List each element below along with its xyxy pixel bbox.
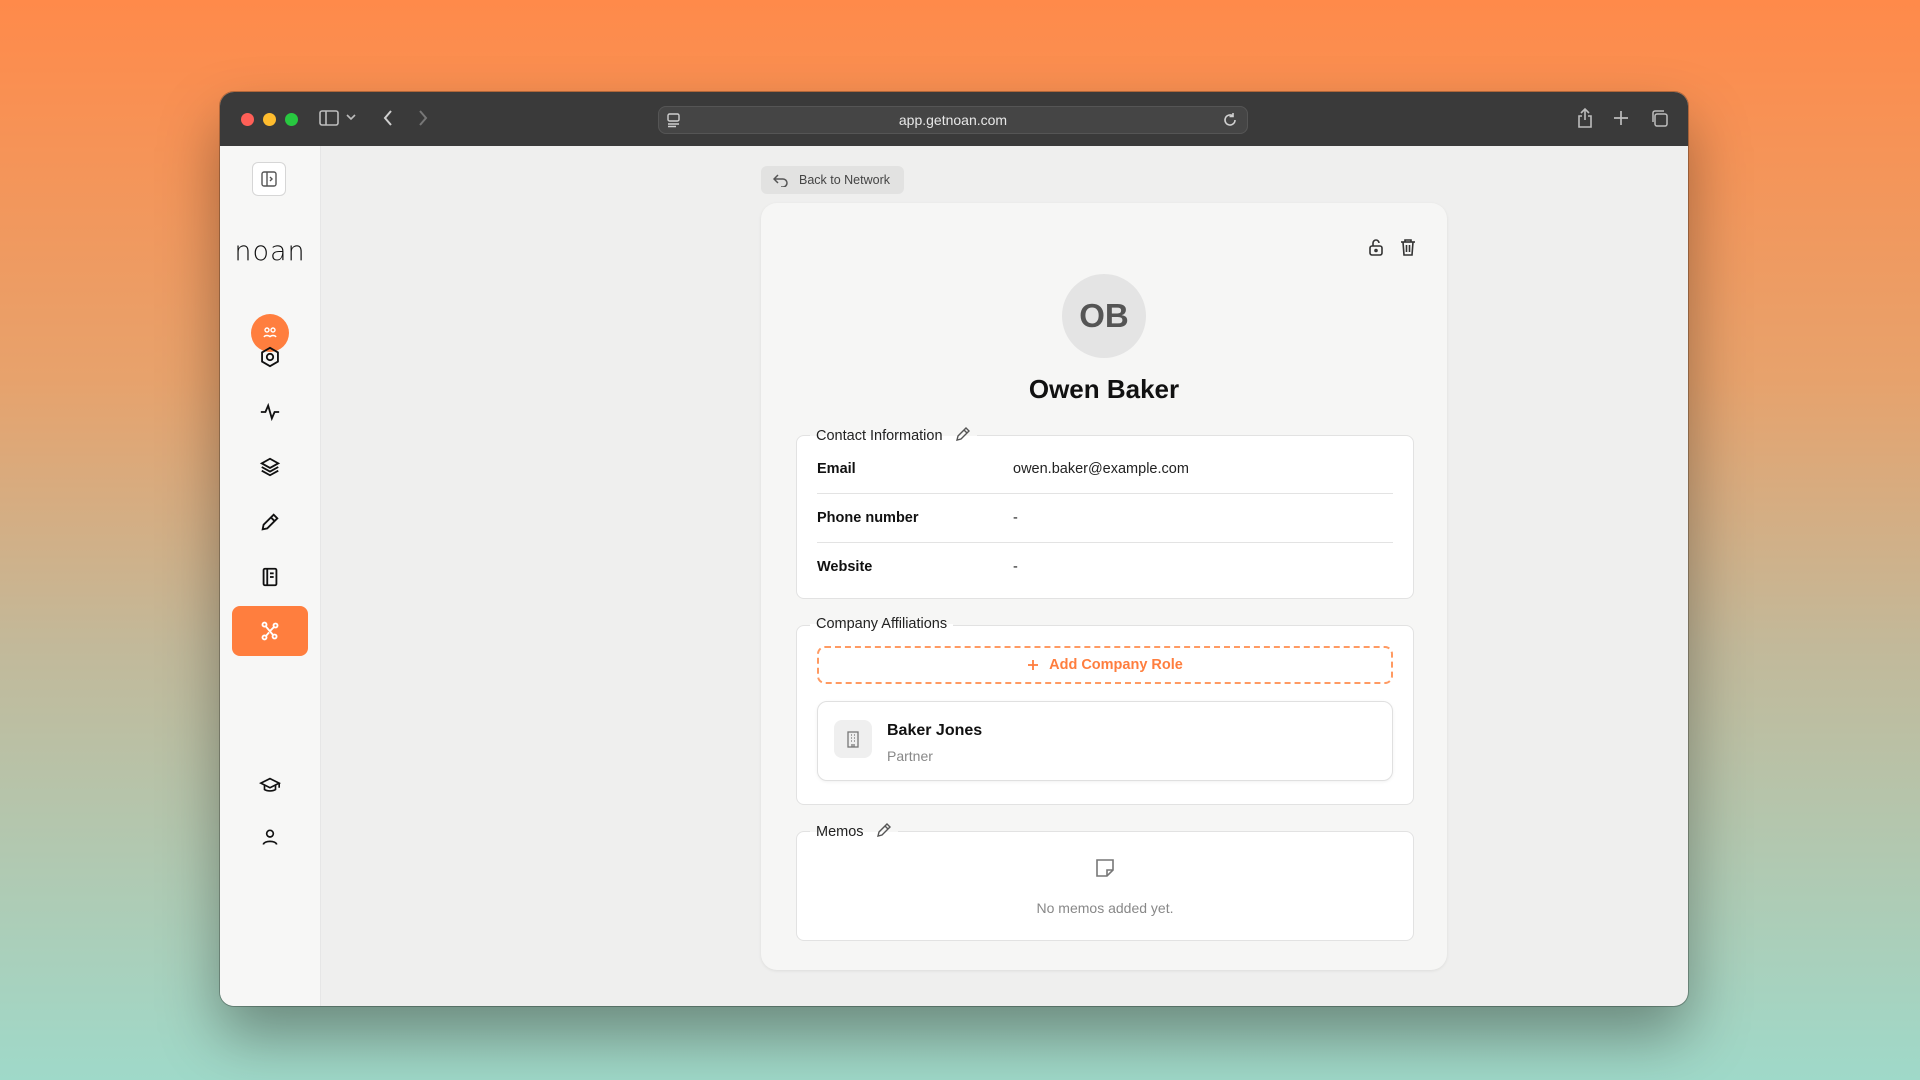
- memos-empty-state: No memos added yet.: [1036, 900, 1174, 916]
- add-company-role-button[interactable]: Add Company Role: [817, 646, 1393, 684]
- app-logo[interactable]: noan: [230, 236, 310, 267]
- window-controls: [241, 112, 298, 126]
- nav-learn[interactable]: [232, 760, 308, 810]
- nav-editor[interactable]: [232, 497, 308, 547]
- app-sidebar: noan: [220, 146, 321, 1006]
- edit-memos-pencil-icon[interactable]: [876, 822, 892, 842]
- nav-activity[interactable]: [232, 387, 308, 437]
- section-title: Memos: [810, 822, 898, 842]
- contact-name: Owen Baker: [1028, 374, 1180, 404]
- chevron-down-icon[interactable]: [346, 113, 356, 121]
- address-bar[interactable]: app.getnoan.com: [658, 106, 1248, 134]
- graduation-cap-icon: [259, 777, 281, 792]
- memos-title: Memos: [816, 824, 864, 840]
- info-row-phone: Phone number -: [817, 493, 1393, 543]
- info-row-email: Email owen.baker@example.com: [817, 444, 1393, 494]
- back-label: Back to Network: [799, 173, 891, 187]
- sticky-note-icon: [1093, 856, 1117, 885]
- share-icon[interactable]: [1576, 107, 1594, 129]
- collapse-sidebar-button[interactable]: [252, 162, 286, 196]
- company-card[interactable]: Baker Jones Partner: [817, 701, 1393, 781]
- back-icon[interactable]: [382, 109, 394, 127]
- maximize-window-button[interactable]: [285, 112, 298, 126]
- section-title: Company Affiliations: [810, 616, 954, 632]
- card-actions: [1367, 237, 1417, 262]
- minimize-window-button[interactable]: [263, 112, 276, 126]
- nav-network[interactable]: [232, 606, 308, 656]
- website-value: -: [1013, 558, 1018, 575]
- main-content: Back to Network OB Owen Baker Contact In…: [320, 146, 1688, 1006]
- contact-information-section: Contact Information Email owen.baker@exa…: [796, 426, 1414, 599]
- add-role-label: Add Company Role: [1049, 657, 1183, 673]
- nav-layers[interactable]: [232, 442, 308, 492]
- close-window-button[interactable]: [241, 112, 254, 126]
- company-role: Partner: [887, 748, 933, 764]
- contact-info-title: Contact Information: [816, 428, 943, 444]
- page-menu-icon[interactable]: [666, 112, 682, 131]
- info-row-website: Website -: [817, 542, 1393, 591]
- nav-notebook[interactable]: [232, 552, 308, 602]
- panel-toggle-icon: [261, 171, 277, 187]
- layers-icon: [259, 457, 281, 477]
- network-icon: [261, 621, 279, 641]
- unlock-icon[interactable]: [1367, 237, 1385, 262]
- plus-icon: [1028, 660, 1039, 670]
- browser-window: app.getnoan.com noan Back to Network OB …: [220, 92, 1688, 1006]
- nav-hexagon[interactable]: [232, 332, 308, 382]
- edit-pencil-icon[interactable]: [955, 426, 971, 446]
- phone-value: -: [1013, 509, 1018, 526]
- forward-icon[interactable]: [417, 109, 429, 127]
- url-text: app.getnoan.com: [898, 112, 1008, 128]
- hexagon-icon: [261, 346, 279, 368]
- section-title: Contact Information: [810, 426, 977, 446]
- company-name: Baker Jones: [887, 722, 983, 739]
- notebook-icon: [262, 567, 278, 587]
- website-label: Website: [817, 558, 873, 575]
- undo-arrow-icon: [773, 174, 788, 187]
- reload-icon[interactable]: [1222, 112, 1238, 131]
- company-affiliations-section: Company Affiliations Add Company Role Ba…: [796, 616, 1414, 805]
- new-tab-icon[interactable]: [1613, 110, 1629, 126]
- trash-icon[interactable]: [1399, 237, 1417, 262]
- sidebar-toggle-icon[interactable]: [319, 109, 339, 127]
- email-value[interactable]: owen.baker@example.com: [1013, 461, 1189, 477]
- back-to-network-button[interactable]: Back to Network: [761, 166, 905, 194]
- contact-card: OB Owen Baker Contact Information Email …: [761, 203, 1447, 970]
- affiliations-title: Company Affiliations: [816, 616, 948, 632]
- browser-titlebar: app.getnoan.com: [220, 92, 1688, 146]
- phone-label: Phone number: [817, 509, 919, 526]
- user-icon: [262, 829, 278, 845]
- building-icon: [834, 720, 872, 758]
- pencil-icon: [261, 513, 279, 531]
- tab-overview-icon[interactable]: [1650, 109, 1669, 128]
- contact-avatar: OB: [1062, 274, 1146, 358]
- activity-icon: [260, 402, 280, 422]
- memos-section: Memos No memos added yet.: [796, 822, 1414, 941]
- nav-profile[interactable]: [232, 812, 308, 862]
- email-label: Email: [817, 460, 856, 477]
